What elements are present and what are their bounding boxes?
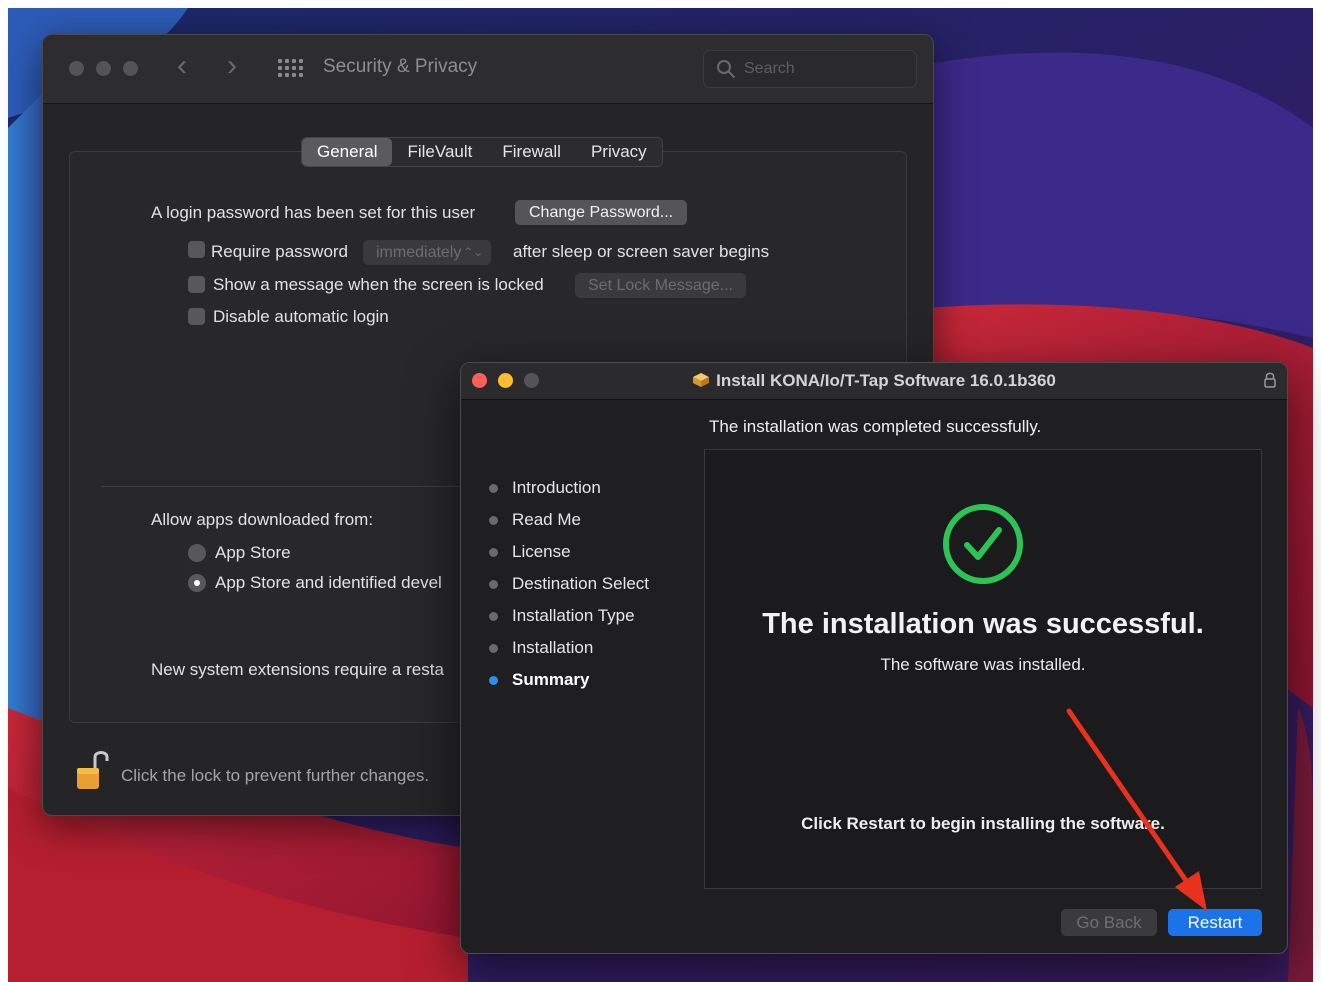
step-bullet-icon [489, 516, 498, 525]
disable-login-label: Disable automatic login [213, 307, 389, 326]
step-bullet-icon [489, 644, 498, 653]
show-message-label: Show a message when the screen is locked [213, 275, 544, 294]
step-read-me: Read Me [487, 507, 649, 539]
installer-window: Install KONA/Io/T-Tap Software 16.0.1b36… [460, 362, 1288, 954]
search-placeholder: Search [744, 60, 795, 77]
step-label: License [512, 542, 571, 561]
tab-firewall[interactable]: Firewall [487, 138, 576, 166]
step-installation-type: Installation Type [487, 603, 649, 635]
lock-text: Click the lock to prevent further change… [121, 766, 430, 785]
step-label: Installation Type [512, 606, 635, 625]
search-icon [717, 60, 735, 78]
tab-privacy[interactable]: Privacy [576, 138, 662, 166]
change-password-button[interactable]: Change Password... [515, 200, 688, 225]
unlocked-padlock-icon[interactable] [75, 747, 111, 791]
titlebar: ‹ › Security & Privacy Search [43, 35, 933, 104]
radio-app-store[interactable] [188, 544, 206, 562]
radio-app-store-label: App Store [215, 543, 291, 562]
step-destination-select: Destination Select [487, 571, 649, 603]
tab-general[interactable]: General [302, 138, 393, 166]
radio-app-store-identified[interactable] [188, 574, 206, 592]
step-bullet-icon [489, 612, 498, 621]
restart-note: Click Restart to begin installing the so… [801, 814, 1165, 833]
summary-panel: The installation was successful. The sof… [704, 449, 1262, 889]
step-introduction: Introduction [487, 475, 649, 507]
restart-button[interactable]: Restart [1168, 909, 1262, 936]
step-bullet-icon [489, 548, 498, 557]
step-label: Destination Select [512, 574, 650, 593]
step-bullet-icon [489, 484, 498, 493]
tab-bar: General FileVault Firewall Privacy [301, 137, 663, 167]
require-password-label: Require password [211, 242, 349, 261]
chevron-updown-icon: ⌃⌄ [463, 245, 484, 259]
step-installation: Installation [487, 635, 649, 667]
set-lock-message-button[interactable]: Set Lock Message... [575, 273, 746, 298]
back-arrow-icon[interactable]: ‹ [177, 51, 187, 81]
step-bullet-current-icon [489, 676, 498, 685]
success-heading: The installation was successful. [762, 608, 1204, 640]
installer-titlebar: Install KONA/Io/T-Tap Software 16.0.1b36… [461, 363, 1287, 400]
require-password-checkbox[interactable] [188, 241, 205, 258]
zoom-button[interactable] [123, 61, 138, 76]
show-message-checkbox[interactable] [188, 276, 205, 293]
allow-apps-label: Allow apps downloaded from: [151, 510, 374, 529]
success-subtext: The software was installed. [880, 655, 1086, 674]
installer-title: Install KONA/Io/T-Tap Software 16.0.1b36… [461, 371, 1287, 391]
installer-steps: Introduction Read Me License Destination… [487, 475, 649, 699]
window-title: Security & Privacy [323, 56, 478, 77]
require-password-select[interactable]: immediately ⌃⌄ [363, 240, 492, 265]
grid-icon[interactable] [278, 59, 303, 79]
package-icon [693, 373, 710, 387]
tab-filevault[interactable]: FileVault [392, 138, 487, 166]
installer-title-text: Install KONA/Io/T-Tap Software 16.0.1b36… [716, 371, 1056, 390]
login-password-text: A login password has been set for this u… [151, 203, 476, 222]
step-label: Installation [512, 638, 594, 657]
step-label: Introduction [512, 478, 601, 497]
radio-app-store-identified-label: App Store and identified devel [215, 573, 442, 592]
extensions-text: New system extensions require a resta [151, 660, 444, 679]
require-password-select-value: immediately [376, 244, 462, 261]
step-bullet-icon [489, 580, 498, 589]
go-back-button[interactable]: Go Back [1061, 909, 1157, 936]
disable-login-checkbox[interactable] [188, 308, 205, 325]
search-field[interactable]: Search [703, 50, 917, 88]
status-message: The installation was completed successfu… [709, 417, 1042, 436]
require-password-suffix: after sleep or screen saver begins [513, 242, 770, 261]
step-license: License [487, 539, 649, 571]
checkmark-circle-icon [943, 504, 1023, 584]
forward-arrow-icon[interactable]: › [227, 51, 237, 81]
lock-icon [1264, 372, 1276, 388]
step-label: Summary [512, 670, 590, 689]
step-label: Read Me [512, 510, 581, 529]
close-button[interactable] [69, 61, 84, 76]
step-summary: Summary [487, 667, 649, 699]
minimize-button[interactable] [96, 61, 111, 76]
